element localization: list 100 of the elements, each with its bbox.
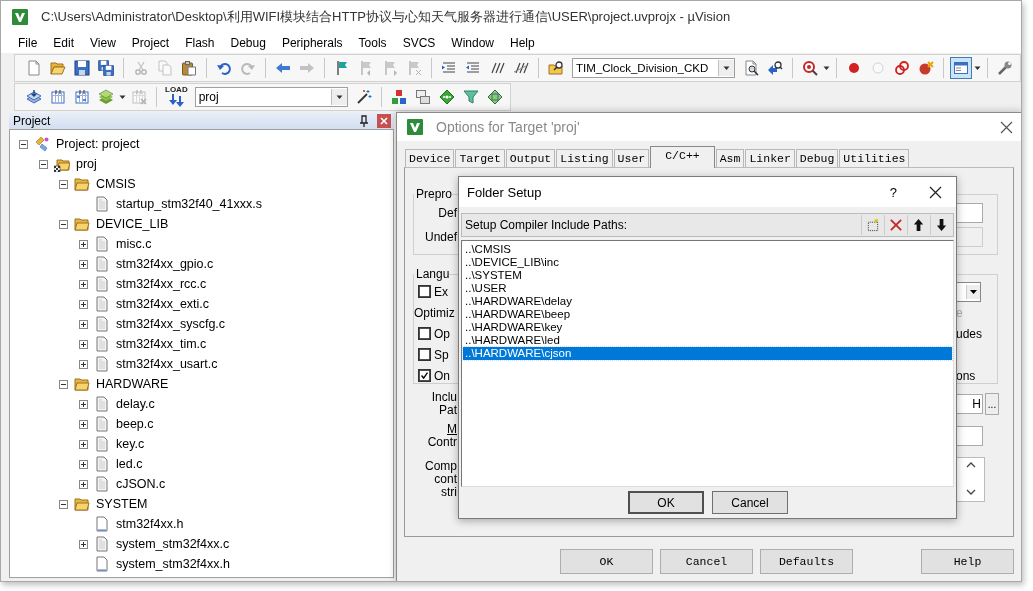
menu-item[interactable]: Peripherals bbox=[273, 34, 351, 52]
plus-toggle-icon[interactable] bbox=[78, 439, 88, 449]
menu-item[interactable]: Tools bbox=[350, 34, 395, 52]
list-item[interactable]: ..\HARDWARE\beep bbox=[463, 308, 952, 321]
checkbox[interactable] bbox=[418, 285, 431, 298]
menu-item[interactable]: File bbox=[10, 34, 46, 52]
minus-toggle-icon[interactable] bbox=[18, 139, 28, 149]
menu-item[interactable]: Flash bbox=[177, 34, 223, 52]
minus-toggle-icon[interactable] bbox=[58, 179, 68, 189]
tree-item[interactable]: proj bbox=[76, 157, 97, 171]
menu-item[interactable]: Debug bbox=[222, 34, 274, 52]
down-arrows-icon[interactable] bbox=[168, 94, 185, 107]
menu-item[interactable]: Project bbox=[123, 34, 178, 52]
minus-toggle-icon[interactable] bbox=[58, 219, 68, 229]
tree-item[interactable]: cJSON.c bbox=[116, 477, 166, 491]
tree-item[interactable]: stm32f4xx_usart.c bbox=[116, 357, 218, 371]
plus-toggle-icon[interactable] bbox=[78, 419, 88, 429]
list-item[interactable]: ..\CMSIS bbox=[463, 243, 952, 256]
tree-item[interactable]: startup_stm32f40_41xxx.s bbox=[116, 197, 262, 211]
menu-item[interactable]: Edit bbox=[45, 34, 83, 52]
text-area[interactable] bbox=[956, 457, 985, 502]
tree-item[interactable]: Project: project bbox=[56, 137, 140, 151]
down-arrow-icon[interactable] bbox=[935, 218, 949, 232]
checkbox[interactable] bbox=[418, 369, 431, 382]
help-button[interactable]: ? bbox=[889, 184, 897, 200]
dialog-button[interactable]: OK bbox=[628, 491, 704, 514]
plus-toggle-icon[interactable] bbox=[78, 259, 88, 269]
field-label: Comp bbox=[425, 460, 457, 473]
tree-item[interactable]: system_stm32f4xx.h bbox=[116, 557, 230, 571]
list-item[interactable]: ..\DEVICE_LIB\inc bbox=[463, 256, 952, 269]
tree-item[interactable]: led.c bbox=[116, 457, 143, 471]
menu-item[interactable]: SVCS bbox=[394, 34, 444, 52]
close-icon[interactable] bbox=[929, 185, 942, 199]
tree-item[interactable]: stm32f4xx.h bbox=[116, 517, 184, 531]
minus-toggle-icon[interactable] bbox=[58, 379, 68, 389]
dialog-button[interactable]: Help bbox=[921, 549, 1014, 574]
dialog-button[interactable]: Defaults bbox=[760, 549, 853, 574]
file-icon bbox=[94, 416, 110, 432]
tree-item[interactable]: SYSTEM bbox=[96, 497, 148, 511]
list-item[interactable]: ..\HARDWARE\key bbox=[463, 321, 952, 334]
plus-toggle-icon[interactable] bbox=[78, 359, 88, 369]
tree-item[interactable]: misc.c bbox=[116, 237, 152, 251]
menu-item[interactable]: View bbox=[82, 34, 124, 52]
list-item[interactable]: ..\HARDWARE\led bbox=[463, 334, 952, 347]
browse-button[interactable]: ... bbox=[985, 393, 999, 415]
floppy-disks-icon[interactable] bbox=[95, 57, 117, 79]
plus-toggle-icon[interactable] bbox=[78, 459, 88, 469]
field-label: stri bbox=[441, 486, 457, 499]
file-icon bbox=[94, 536, 110, 552]
plus-toggle-icon[interactable] bbox=[78, 479, 88, 489]
input-field[interactable] bbox=[956, 203, 983, 223]
plus-toggle-icon[interactable] bbox=[78, 319, 88, 329]
tree-item[interactable]: stm32f4xx_exti.c bbox=[116, 297, 210, 311]
tree-item[interactable]: system_stm32f4xx.c bbox=[116, 537, 230, 551]
checkbox-label: Ex bbox=[434, 284, 448, 299]
plus-toggle-icon[interactable] bbox=[78, 339, 88, 349]
list-item[interactable]: ..\HARDWARE\delay bbox=[463, 295, 952, 308]
pin-icon[interactable] bbox=[359, 115, 369, 127]
checkbox[interactable] bbox=[418, 327, 431, 340]
dropdown-field[interactable]: proj bbox=[194, 87, 348, 107]
plus-toggle-icon[interactable] bbox=[78, 399, 88, 409]
tree-item[interactable]: HARDWARE bbox=[96, 377, 169, 391]
tab[interactable]: C/C++ bbox=[650, 146, 715, 168]
tree-item[interactable]: key.c bbox=[116, 437, 145, 451]
menu-item[interactable]: Window bbox=[443, 34, 502, 52]
tree-item[interactable]: stm32f4xx_gpio.c bbox=[116, 257, 214, 271]
input-field[interactable] bbox=[956, 426, 983, 446]
list-item[interactable]: ..\SYSTEM bbox=[463, 269, 952, 282]
dropdown-field[interactable]: TIM_Clock_Division_CKD bbox=[572, 58, 735, 78]
up-arrow-icon[interactable] bbox=[912, 218, 926, 232]
tree-item[interactable]: CMSIS bbox=[96, 177, 136, 191]
tree-item[interactable]: stm32f4xx_rcc.c bbox=[116, 277, 207, 291]
tab[interactable]: Listing bbox=[556, 149, 613, 168]
minus-toggle-icon[interactable] bbox=[58, 499, 68, 509]
tree-item[interactable]: stm32f4xx_tim.c bbox=[116, 337, 207, 351]
tree-item[interactable]: beep.c bbox=[116, 417, 154, 431]
delete-icon[interactable] bbox=[889, 218, 903, 232]
input-field[interactable] bbox=[956, 227, 983, 247]
dialog-button[interactable]: Cancel bbox=[712, 491, 788, 514]
dialog-button[interactable]: Cancel bbox=[660, 549, 753, 574]
plus-toggle-icon[interactable] bbox=[78, 239, 88, 249]
tree-item[interactable]: DEVICE_LIB bbox=[96, 217, 169, 231]
download-button[interactable]: LOAD bbox=[163, 85, 190, 109]
dialog-button[interactable]: OK bbox=[560, 549, 653, 574]
input-field[interactable]: H bbox=[956, 394, 983, 414]
plus-toggle-icon[interactable] bbox=[78, 279, 88, 289]
menu-item[interactable]: Help bbox=[502, 34, 543, 52]
new-folder-icon[interactable] bbox=[866, 218, 880, 232]
checkbox[interactable] bbox=[418, 348, 431, 361]
list-item[interactable]: ..\HARDWARE\cjson bbox=[463, 347, 952, 360]
plus-toggle-icon[interactable] bbox=[78, 299, 88, 309]
plus-toggle-icon[interactable] bbox=[78, 539, 88, 549]
caret-icon[interactable] bbox=[966, 284, 980, 299]
list-item[interactable]: ..\USER bbox=[463, 282, 952, 295]
window-icon[interactable] bbox=[950, 57, 972, 79]
tree-item[interactable]: delay.c bbox=[116, 397, 155, 411]
minus-toggle-icon[interactable] bbox=[38, 159, 48, 169]
tree-item[interactable]: stm32f4xx_syscfg.c bbox=[116, 317, 226, 331]
dropdown-field[interactable] bbox=[956, 281, 981, 302]
close-icon[interactable] bbox=[1000, 120, 1013, 134]
